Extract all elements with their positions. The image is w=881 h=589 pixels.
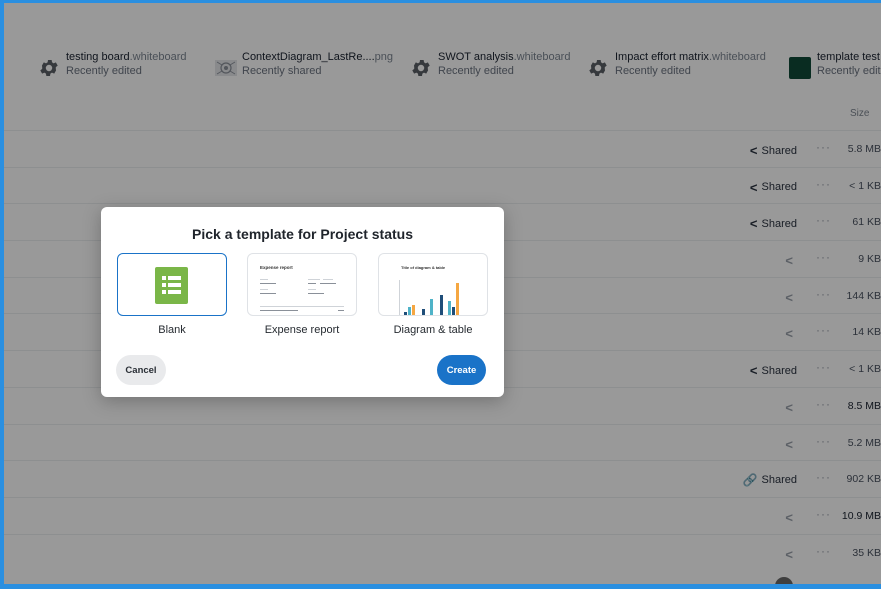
preview-title: Expense report [260,265,293,270]
template-diagram-table[interactable]: Title of diagram & table Diagram & table [378,253,488,336]
template-label: Expense report [264,324,340,336]
create-button[interactable]: Create [437,355,486,385]
dialog-title: Pick a template for Project status [192,226,413,242]
cancel-button[interactable]: Cancel [116,355,166,385]
template-picker-dialog: Pick a template for Project status Blank… [101,207,504,397]
template-blank[interactable]: Blank [117,253,227,336]
template-label: Diagram & table [393,324,473,336]
template-card-blank[interactable] [117,253,227,316]
template-card-expense-report[interactable]: Expense report [247,253,357,316]
template-label: Blank [158,324,186,336]
template-expense-report[interactable]: Expense report Expense report [247,253,357,336]
template-card-diagram-table[interactable]: Title of diagram & table [378,253,488,316]
preview-bar-chart [399,280,469,315]
spreadsheet-icon [155,267,188,304]
files-app: testing board.whiteboard Recently edited… [4,3,881,584]
preview-title: Title of diagram & table [401,265,446,270]
